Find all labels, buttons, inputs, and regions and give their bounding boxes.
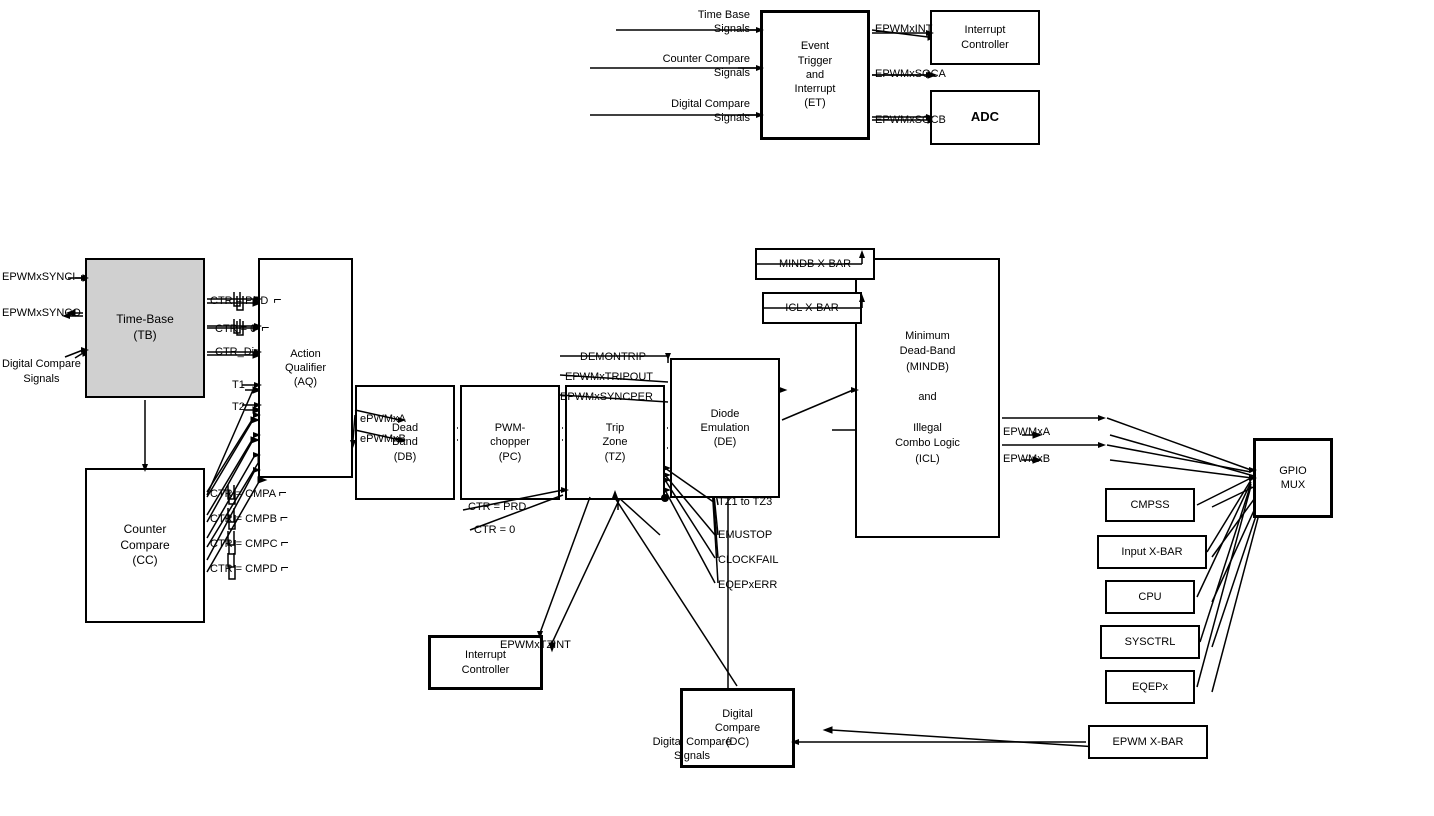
icl-xbar-block: ICL X-BAR: [762, 292, 862, 324]
counter-compare-signals-label: Counter Compare Signals: [590, 52, 750, 81]
cmpss-block: CMPSS: [1105, 488, 1195, 522]
epwmxa-label: ePWMxA: [360, 412, 406, 426]
epwm-xbar-block: EPWM X-BAR: [1088, 725, 1208, 759]
interrupt-ctrl-top-block: Interrupt Controller: [930, 10, 1040, 65]
ctr-prd-bot-label: CTR = PRD: [468, 500, 526, 514]
epwmxb-label: ePWMxB: [360, 432, 406, 446]
ctr-cmpa-label: CTR = CMPA ⌐: [210, 483, 287, 501]
digital-compare-sig-label: Digital Compare Signals: [2, 343, 81, 386]
cpu-label: CPU: [1138, 590, 1161, 604]
cmpss-label: CMPSS: [1130, 498, 1169, 512]
mindb-xbar-label: MINDB X-BAR: [779, 257, 851, 271]
epwmxsoca-label: EPWMxSOCA: [875, 67, 946, 81]
mindb-icl-block: Minimum Dead-Band (MINDB) and Illegal Co…: [855, 258, 1000, 538]
epwm-xbar-label: EPWM X-BAR: [1113, 735, 1184, 749]
eqepx-label: EQEPx: [1132, 680, 1168, 694]
eqepx-block: EQEPx: [1105, 670, 1195, 704]
pwm-chopper-block: PWM- chopper (PC): [460, 385, 560, 500]
clockfail-label: CLOCKFAIL: [718, 553, 779, 567]
time-base-block: Time-Base (TB): [85, 258, 205, 398]
epwmx-synci-label: EPWMxSYNCI: [2, 270, 75, 284]
mindb-xbar-block: MINDB X-BAR: [755, 248, 875, 280]
interrupt-ctrl-bot-label: Interrupt Controller: [462, 648, 510, 677]
ctr-prd-top-label: CTR = PRD ⌐: [210, 290, 282, 308]
input-xbar-block: Input X-BAR: [1097, 535, 1207, 569]
interrupt-ctrl-top-label: Interrupt Controller: [961, 23, 1009, 52]
ctr-cmpd-label: CTR = CMPD ⌐: [210, 558, 289, 576]
epwmxtripout-label: EPWMxTRIPOUT: [565, 370, 653, 384]
adc-block: ADC: [930, 90, 1040, 145]
pwm-chopper-label: PWM- chopper (PC): [490, 421, 530, 464]
epwmxtzint-label: EPWMxTZINT: [500, 638, 571, 652]
ctr-0-top-label: CTR = 0 ⌐: [215, 318, 270, 336]
action-qualifier-label: Action Qualifier (AQ): [285, 347, 326, 390]
diode-emulation-block: Diode Emulation (DE): [670, 358, 780, 498]
emustop-label: EMUSTOP: [718, 528, 772, 542]
counter-compare-block: Counter Compare (CC): [85, 468, 205, 623]
epwmxsyncper-label: EPWMxSYNCPER: [560, 390, 653, 404]
time-base-label: Time-Base (TB): [116, 312, 174, 343]
epwmxsocb-label: EPWMxSOCB: [875, 113, 946, 127]
icl-xbar-label: ICL X-BAR: [785, 301, 838, 315]
digital-compare-signals-top-label: Digital Compare Signals: [590, 97, 750, 126]
sysctrl-label: SYSCTRL: [1125, 635, 1176, 649]
gpio-mux-label: GPIO MUX: [1279, 464, 1307, 493]
eqepxerr-label: EQEPxERR: [718, 578, 777, 592]
sysctrl-block: SYSCTRL: [1100, 625, 1200, 659]
demontrip-label: DEMONTRIP: [580, 350, 646, 364]
ctr-dir-label: CTR_Dir: [215, 345, 258, 359]
ctr-cmpb-label: CTR = CMPB ⌐: [210, 508, 288, 526]
epwmxb-out-label: EPWMxB: [1003, 452, 1050, 466]
mindb-icl-label: Minimum Dead-Band (MINDB) and Illegal Co…: [895, 329, 960, 468]
diagram: Event Trigger and Interrupt (ET) Interru…: [0, 0, 1434, 816]
trip-zone-label: Trip Zone (TZ): [602, 421, 627, 464]
ctr-0-bot-label: CTR = 0: [474, 523, 515, 537]
epwmxa-out-label: EPWMxA: [1003, 425, 1050, 439]
tz1-tz3-label: TZ1 to TZ3: [718, 495, 772, 509]
time-base-signals-label: Time Base Signals: [620, 8, 750, 37]
epwmx-synco-label: EPWMxSYNCO: [2, 306, 81, 320]
input-xbar-label: Input X-BAR: [1121, 545, 1182, 559]
gpio-mux-block: GPIO MUX: [1253, 438, 1333, 518]
cpu-block: CPU: [1105, 580, 1195, 614]
event-trigger-label: Event Trigger and Interrupt (ET): [795, 39, 836, 110]
ctr-cmpc-label: CTR = CMPC ⌐: [210, 533, 289, 551]
event-trigger-block: Event Trigger and Interrupt (ET): [760, 10, 870, 140]
t2-label: T2: [232, 400, 245, 414]
adc-label: ADC: [971, 109, 999, 126]
epwmxint-label: EPWMxINT: [875, 22, 932, 36]
t1-label: T1: [232, 378, 245, 392]
dc-signals-bot-label: Digital Compare Signals: [622, 735, 762, 764]
diode-emulation-label: Diode Emulation (DE): [701, 407, 750, 450]
counter-compare-label: Counter Compare (CC): [120, 522, 169, 569]
